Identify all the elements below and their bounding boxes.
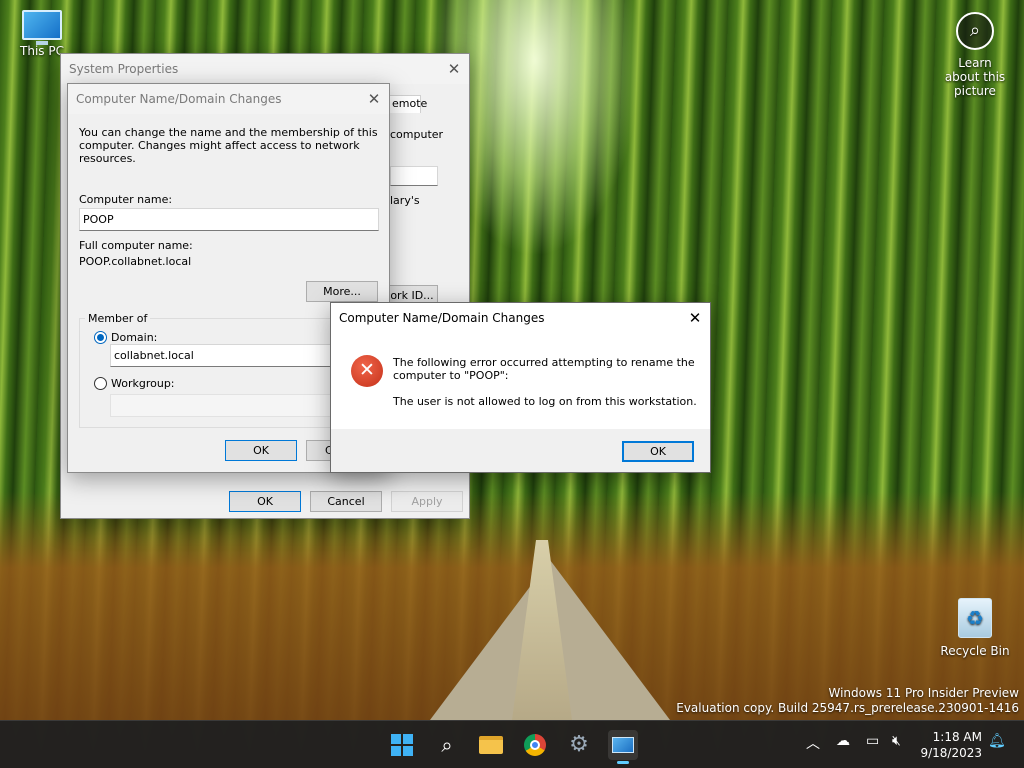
computer-name-label: Computer name: bbox=[79, 193, 173, 206]
build-watermark: Windows 11 Pro Insider Preview Evaluatio… bbox=[676, 686, 1019, 716]
system-properties-ok-button[interactable]: OK bbox=[229, 491, 301, 512]
show-hidden-icons-chevron-icon[interactable]: ︿ bbox=[806, 733, 820, 753]
camera-info-icon: ⌕ bbox=[956, 12, 994, 50]
error-ok-button[interactable]: OK bbox=[622, 441, 694, 462]
desktop-icon-this-pc[interactable]: This PC bbox=[14, 10, 70, 58]
system-properties-icon[interactable] bbox=[608, 730, 638, 764]
taskbar: ⌕ ⚙ ︿ ☁ ▭ 🔇︎ 1:18 AM 9/18/2023 🔔︎ bbox=[0, 720, 1024, 768]
name-changes-titlebar: Computer Name/Domain Changes ✕ bbox=[68, 84, 389, 114]
learn-about-picture[interactable]: ⌕ Learn about this picture bbox=[940, 12, 1010, 98]
recycle-bin-label: Recycle Bin bbox=[940, 644, 1010, 658]
name-changes-description: You can change the name and the membersh… bbox=[79, 126, 378, 165]
watermark-edition: Windows 11 Pro Insider Preview bbox=[828, 686, 1019, 700]
network-icon[interactable]: ▭ bbox=[866, 733, 879, 749]
monitor-icon bbox=[22, 10, 62, 45]
clock[interactable]: 1:18 AM 9/18/2023 bbox=[920, 729, 982, 761]
full-name-value: POOP.collabnet.local bbox=[79, 255, 192, 268]
partial-text-lary: lary's bbox=[390, 194, 420, 207]
tab-remote-partial[interactable]: emote bbox=[389, 95, 427, 113]
error-message-line1: The following error occurred attempting … bbox=[393, 356, 695, 369]
desktop-icon-recycle-bin[interactable]: ♻ Recycle Bin bbox=[940, 598, 1010, 658]
name-changes-close-icon[interactable]: ✕ bbox=[359, 84, 389, 114]
error-dialog-close-icon[interactable]: ✕ bbox=[680, 303, 710, 333]
error-dialog-titlebar: Computer Name/Domain Changes ✕ bbox=[331, 303, 710, 333]
error-message: The following error occurred attempting … bbox=[393, 356, 695, 382]
computer-name-input[interactable]: POOP bbox=[79, 208, 379, 231]
error-detail: The user is not allowed to log on from t… bbox=[393, 395, 697, 408]
system-properties-close-icon[interactable]: ✕ bbox=[439, 54, 469, 84]
clock-time: 1:18 AM bbox=[932, 730, 982, 744]
name-changes-ok-button[interactable]: OK bbox=[225, 440, 297, 461]
partial-text-computer: computer bbox=[390, 128, 444, 141]
search-icon[interactable]: ⌕ bbox=[432, 730, 462, 760]
system-properties-title: System Properties bbox=[69, 62, 179, 76]
name-changes-title: Computer Name/Domain Changes bbox=[76, 92, 282, 106]
domain-radio[interactable] bbox=[94, 331, 107, 344]
error-dialog-title: Computer Name/Domain Changes bbox=[339, 311, 545, 325]
more-button[interactable]: More... bbox=[306, 281, 378, 302]
watermark-build: Evaluation copy. Build 25947.rs_prerelea… bbox=[676, 701, 1019, 715]
error-message-line2: computer to "POOP": bbox=[393, 369, 509, 382]
system-properties-cancel-button[interactable]: Cancel bbox=[310, 491, 382, 512]
system-properties-titlebar: System Properties ✕ bbox=[61, 54, 469, 84]
clock-date: 9/18/2023 bbox=[920, 746, 982, 760]
full-name-label: Full computer name: bbox=[79, 239, 193, 252]
partial-field[interactable] bbox=[390, 166, 438, 186]
volume-muted-icon[interactable]: 🔇︎ bbox=[892, 733, 901, 749]
recycle-bin-icon: ♻ bbox=[958, 598, 992, 638]
error-icon: ✕ bbox=[351, 355, 383, 387]
system-properties-apply-button[interactable]: Apply bbox=[391, 491, 463, 512]
settings-gear-icon[interactable]: ⚙ bbox=[564, 730, 594, 760]
onedrive-offline-icon[interactable]: ☁ bbox=[836, 733, 850, 749]
notification-bell-icon[interactable]: 🔔︎ bbox=[988, 733, 1006, 749]
windows-start-icon[interactable] bbox=[387, 730, 417, 760]
domain-label: Domain: bbox=[111, 331, 158, 344]
chrome-icon[interactable] bbox=[520, 730, 550, 760]
error-dialog: Computer Name/Domain Changes ✕ ✕ The fol… bbox=[330, 302, 711, 473]
member-of-label: Member of bbox=[85, 312, 151, 325]
workgroup-label: Workgroup: bbox=[111, 377, 175, 390]
file-explorer-icon[interactable] bbox=[476, 730, 506, 760]
workgroup-radio[interactable] bbox=[94, 377, 107, 390]
learn-picture-label: Learn about this picture bbox=[944, 56, 1006, 98]
